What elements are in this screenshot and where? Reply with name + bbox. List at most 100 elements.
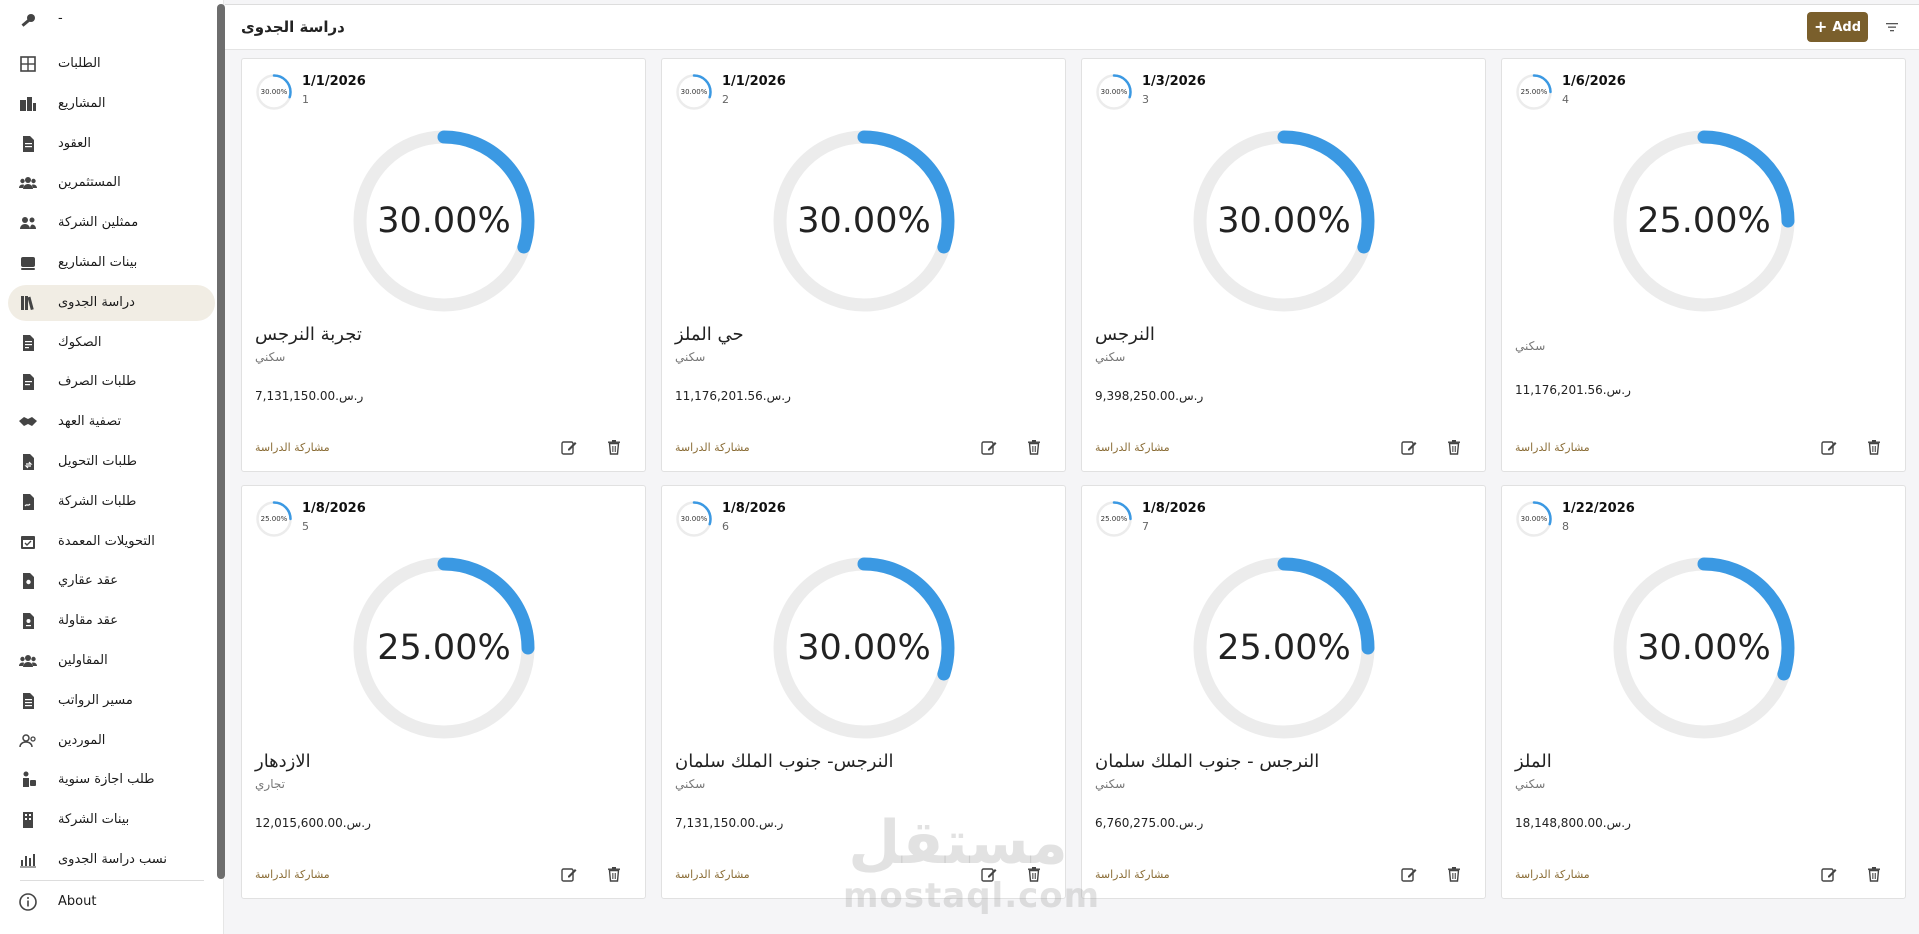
share-study-link[interactable]: مشاركة الدراسة (1515, 868, 1590, 881)
buildings-icon (18, 94, 38, 114)
card-type: سكني (675, 350, 706, 364)
study-card[interactable]: 30.00% 1/1/2026 1 30.00% تجربة النرجس سكني 7,1… (241, 58, 646, 472)
share-study-link[interactable]: مشاركة الدراسة (255, 441, 330, 454)
sidebar-item-label: المقاولين (58, 653, 108, 668)
watermark-latin: mostaql.com (843, 876, 1101, 916)
delete-icon[interactable] (1865, 865, 1883, 883)
add-button[interactable]: + Add (1807, 12, 1868, 42)
share-study-link[interactable]: مشاركة الدراسة (1515, 441, 1590, 454)
sidebar-item[interactable]: تصفية العهد (8, 404, 215, 440)
sidebar-item-label: - (58, 11, 63, 26)
key-icon (18, 11, 38, 31)
sidebar-divider (20, 880, 204, 881)
edit-icon[interactable] (980, 438, 998, 456)
sidebar-item-label: الطلبات (58, 56, 101, 71)
progress-label: 25.00% (1217, 628, 1351, 668)
watermark: مستقل mostaql.com (843, 810, 1101, 920)
sidebar-item-label: التحويلات المعمدة (58, 533, 155, 549)
sidebar-item[interactable]: بينات المشاريع (8, 245, 215, 281)
sidebar-item[interactable]: الصكوك (8, 325, 215, 361)
sidebar-item[interactable]: الطلبات (8, 46, 215, 82)
sidebar-item-label: طلبات التحويل (58, 454, 137, 469)
sidebar: - الطلبات المشاريع العقود المستثمرين ممثلين … (0, 0, 224, 934)
mini-progress-label: 25.00% (260, 515, 288, 523)
card-number: 4 (1562, 93, 1569, 106)
filter-icon[interactable] (1884, 19, 1900, 35)
edit-icon[interactable] (1400, 438, 1418, 456)
card-number: 6 (722, 520, 729, 533)
card-date: 1/22/2026 (1562, 501, 1635, 516)
file-lines-icon (18, 372, 38, 392)
edit-icon[interactable] (1400, 865, 1418, 883)
card-date: 1/6/2026 (1562, 74, 1626, 89)
sidebar-item-label: بينات المشاريع (58, 255, 138, 270)
sidebar-item-label: الصكوك (58, 334, 102, 350)
sidebar-item-label: تصفية العهد (58, 414, 122, 430)
edit-icon[interactable] (560, 865, 578, 883)
sidebar-item[interactable]: طلبات الشركة (8, 484, 215, 520)
delete-icon[interactable] (1445, 865, 1463, 883)
sidebar-item[interactable]: المشاريع (8, 86, 215, 122)
share-study-link[interactable]: مشاركة الدراسة (675, 441, 750, 454)
study-card[interactable]: 30.00% 1/1/2026 2 30.00% حي الملز سكني 11,176,… (661, 58, 1066, 472)
sidebar-item[interactable]: ممثلين الشركة (8, 205, 215, 241)
delete-icon[interactable] (605, 865, 623, 883)
sidebar-item[interactable]: المستثمرين (8, 165, 215, 201)
sidebar-item-key[interactable]: - (8, 3, 215, 39)
sidebar-item[interactable]: نسب دراسة الجدوى (8, 842, 215, 878)
sidebar-item[interactable]: مسير الرواتب (8, 683, 215, 719)
sidebar-item-label: عقد عقاري (58, 573, 119, 589)
info-icon (18, 892, 38, 912)
sidebar-item-label: عقد مقاولة (58, 613, 118, 629)
sidebar-item[interactable]: الموردين (8, 723, 215, 759)
study-card[interactable]: 25.00% 1/8/2026 5 25.00% الازدهار تجاري 12,015… (241, 485, 646, 899)
study-card[interactable]: 25.00% 1/6/2026 4 25.00% سكني 11,176,201.56.ر… (1501, 58, 1906, 472)
sidebar-item[interactable]: دراسة الجدوى (8, 284, 215, 321)
building-icon (18, 810, 38, 830)
sidebar-item[interactable]: طلبات التحويل (8, 444, 215, 480)
mini-progress-label: 25.00% (1100, 515, 1128, 523)
delete-icon[interactable] (1865, 438, 1883, 456)
sidebar-item[interactable]: بينات الشركة (8, 802, 215, 838)
delete-icon[interactable] (1025, 438, 1043, 456)
delete-icon[interactable] (605, 438, 623, 456)
sidebar-item-label: الموردين (58, 732, 106, 748)
stack-icon (18, 253, 38, 273)
card-date: 1/1/2026 (302, 74, 366, 89)
progress-label: 30.00% (377, 201, 511, 241)
share-study-link[interactable]: مشاركة الدراسة (255, 868, 330, 881)
sidebar-item[interactable]: المقاولين (8, 643, 215, 679)
edit-icon[interactable] (1820, 865, 1838, 883)
users-icon (18, 173, 38, 193)
card-amount: 7,131,150.00.ر.س (255, 389, 364, 403)
sidebar-scrollbar[interactable] (217, 4, 225, 879)
card-date: 1/1/2026 (722, 74, 786, 89)
card-type: سكني (255, 350, 286, 364)
study-card[interactable]: 25.00% 1/8/2026 7 25.00% النرجس - جنوب الملك… (1081, 485, 1486, 899)
card-title: حي الملز (675, 324, 744, 345)
card-title: النرجس (1095, 324, 1155, 345)
card-date: 1/8/2026 (722, 501, 786, 516)
study-card[interactable]: 30.00% 1/3/2026 3 30.00% النرجس سكني 9,398,250… (1081, 58, 1486, 472)
mini-progress-label: 30.00% (1100, 88, 1128, 96)
sidebar-item-about[interactable]: About (8, 884, 215, 920)
sidebar-item[interactable]: عقد عقاري (8, 563, 215, 599)
sidebar-item-label: العقود (58, 135, 91, 151)
edit-icon[interactable] (560, 438, 578, 456)
sidebar-item[interactable]: طلب اجازة سنوية (8, 762, 215, 798)
sidebar-item-label: بينات الشركة (58, 812, 130, 828)
share-study-link[interactable]: مشاركة الدراسة (1095, 868, 1170, 881)
sidebar-item[interactable]: العقود (8, 126, 215, 162)
sidebar-item[interactable]: طلبات الصرف (8, 364, 215, 400)
sidebar-item[interactable]: التحويلات المعمدة (8, 524, 215, 560)
delete-icon[interactable] (1445, 438, 1463, 456)
study-card[interactable]: 30.00% 1/22/2026 8 30.00% الملز سكني 18,148,80… (1501, 485, 1906, 899)
share-study-link[interactable]: مشاركة الدراسة (1095, 441, 1170, 454)
sidebar-item[interactable]: عقد مقاولة (8, 603, 215, 639)
card-type: سكني (1095, 777, 1126, 791)
payroll-icon (18, 691, 38, 711)
share-study-link[interactable]: مشاركة الدراسة (675, 868, 750, 881)
progress-label: 30.00% (1637, 628, 1771, 668)
card-number: 1 (302, 93, 309, 106)
edit-icon[interactable] (1820, 438, 1838, 456)
